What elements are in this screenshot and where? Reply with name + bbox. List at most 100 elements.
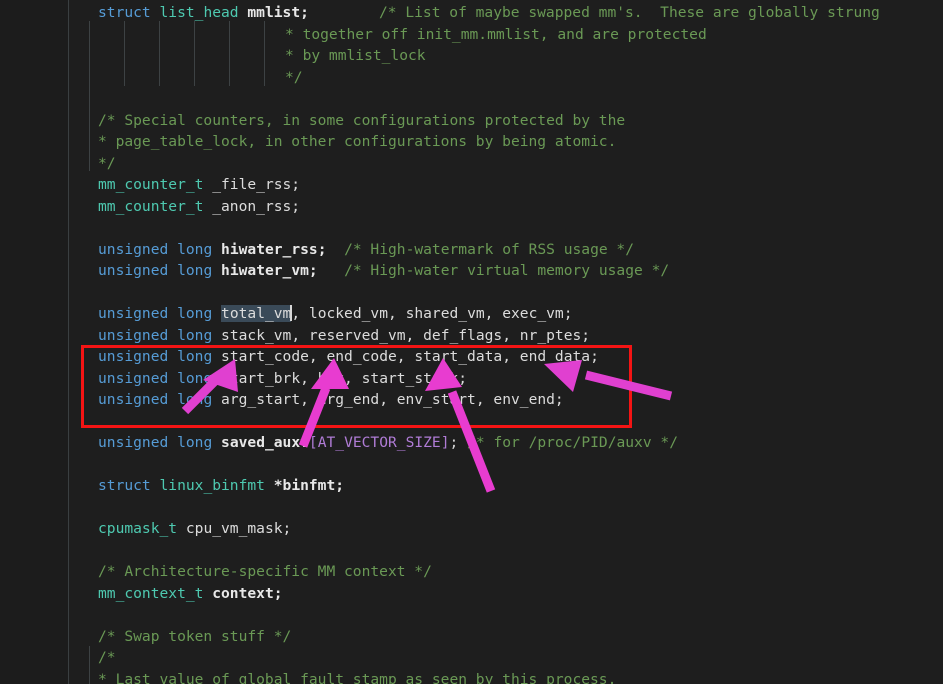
token-comment: /* Architecture-specific MM context */ — [98, 563, 432, 580]
token-keyword: unsigned — [98, 391, 169, 408]
token-punct: ; — [449, 434, 459, 451]
token-identifier: hiwater_vm; — [221, 262, 318, 279]
code-line-252[interactable]: * Last value of global fault stamp as se… — [98, 669, 616, 684]
token-comment: /* High-watermark of RSS usage */ — [344, 240, 635, 258]
indent-guide — [194, 21, 195, 86]
token-keyword: unsigned — [98, 262, 169, 279]
indent-guide — [89, 21, 90, 107]
token-identifier: , locked_vm, shared_vm, exec_vm; — [291, 305, 573, 322]
code-line-239[interactable]: unsigned long arg_start, arg_end, env_st… — [98, 389, 564, 411]
code-area[interactable]: struct list_head mmlist; /* List of mayb… — [69, 0, 943, 684]
token-identifier: *binfmt; — [273, 477, 345, 494]
token-keyword: unsigned — [98, 240, 169, 258]
token-identifier: hiwater_rss; — [221, 240, 327, 258]
code-comment-222[interactable]: * together off init_mm.mmlist, and are p… — [285, 24, 707, 46]
code-line-227[interactable]: * page_table_lock, in other configuratio… — [98, 131, 616, 153]
token-comment: * page_table_lock, in other configuratio… — [98, 133, 617, 150]
code-line-229[interactable]: mm_counter_t _file_rss; — [98, 174, 300, 196]
indent-guide — [89, 646, 90, 684]
token-comment: */ — [98, 154, 116, 172]
line-number-gutter — [0, 0, 68, 684]
indent-guide — [264, 21, 265, 86]
token-comment: /* High-water virtual memory usage */ — [344, 262, 670, 279]
code-line-221[interactable]: struct list_head mmlist; — [98, 2, 309, 24]
token-keyword: long — [177, 348, 213, 365]
token-identifier: start_brk, brk, start_stack; — [221, 369, 468, 387]
token-keyword: struct — [98, 477, 151, 494]
code-line-236[interactable]: unsigned long stack_vm, reserved_vm, def… — [98, 325, 590, 347]
token-type: mm_context_t — [98, 584, 204, 602]
code-line-243[interactable]: struct linux_binfmt *binfmt; — [98, 475, 344, 497]
token-keyword: unsigned — [98, 326, 169, 344]
token-identifier: context; — [212, 584, 283, 602]
token-keyword: long — [177, 305, 213, 322]
code-line-233[interactable]: unsigned long hiwater_vm; /* High-water … — [98, 260, 669, 282]
token-macro: [AT_VECTOR_SIZE] — [308, 434, 450, 451]
token-type: mm_counter_t — [98, 197, 204, 215]
token-type: mm_counter_t — [98, 176, 204, 193]
code-line-247[interactable]: /* Architecture-specific MM context */ — [98, 561, 432, 583]
code-line-235[interactable]: unsigned long total_vm, locked_vm, share… — [98, 303, 573, 325]
code-comment-223[interactable]: * by mmlist_lock — [285, 45, 426, 67]
token-keyword: long — [177, 262, 213, 279]
token-comment: /* Special counters, in some configurati… — [98, 111, 626, 129]
code-comment-224[interactable]: */ — [285, 67, 303, 89]
indent-guide — [159, 21, 160, 86]
token-keyword: long — [177, 240, 213, 258]
token-comment: * together off init_mm.mmlist, and are p… — [285, 25, 707, 43]
code-line-230[interactable]: mm_counter_t _anon_rss; — [98, 196, 300, 218]
token-keyword: long — [177, 391, 213, 408]
token-comment: * by mmlist_lock — [285, 47, 426, 64]
code-line-238[interactable]: unsigned long start_brk, brk, start_stac… — [98, 368, 467, 390]
token-keyword: unsigned — [98, 434, 169, 451]
indent-guide — [89, 107, 90, 171]
token-identifier: arg_start, arg_end, env_start, env_end; — [221, 391, 564, 408]
code-line-228[interactable]: */ — [98, 153, 116, 175]
token-comment: */ — [285, 68, 303, 86]
code-line-241[interactable]: unsigned long saved_auxv[AT_VECTOR_SIZE]… — [98, 432, 678, 454]
indent-guide — [229, 21, 230, 86]
code-line-237[interactable]: unsigned long start_code, end_code, star… — [98, 346, 599, 368]
token-type: cpumask_t — [98, 520, 178, 537]
token-keyword: long — [177, 326, 213, 344]
code-line-248[interactable]: mm_context_t context; — [98, 583, 283, 605]
token-keyword: unsigned — [98, 348, 169, 365]
token-keyword: struct — [98, 4, 151, 21]
token-identifier: saved_auxv — [221, 434, 309, 451]
token-type: list_head — [159, 4, 239, 21]
code-comment-221[interactable]: /* List of maybe swapped mm's. These are… — [379, 2, 880, 24]
token-comment: /* — [98, 649, 116, 666]
selected-token-total-vm[interactable]: total_vm — [221, 305, 292, 322]
code-line-226[interactable]: /* Special counters, in some configurati… — [98, 110, 625, 132]
code-line-232[interactable]: unsigned long hiwater_rss; /* High-water… — [98, 239, 634, 261]
code-line-250[interactable]: /* Swap token stuff */ — [98, 626, 291, 648]
token-identifier: cpu_vm_mask; — [185, 520, 292, 537]
code-line-251[interactable]: /* — [98, 647, 116, 669]
token-comment: /* List of maybe swapped mm's. These are… — [379, 4, 880, 21]
token-comment: /* Swap token stuff */ — [98, 627, 292, 645]
code-line-245[interactable]: cpumask_t cpu_vm_mask; — [98, 518, 291, 540]
token-comment: /* for /proc/PID/auxv */ — [467, 434, 678, 451]
